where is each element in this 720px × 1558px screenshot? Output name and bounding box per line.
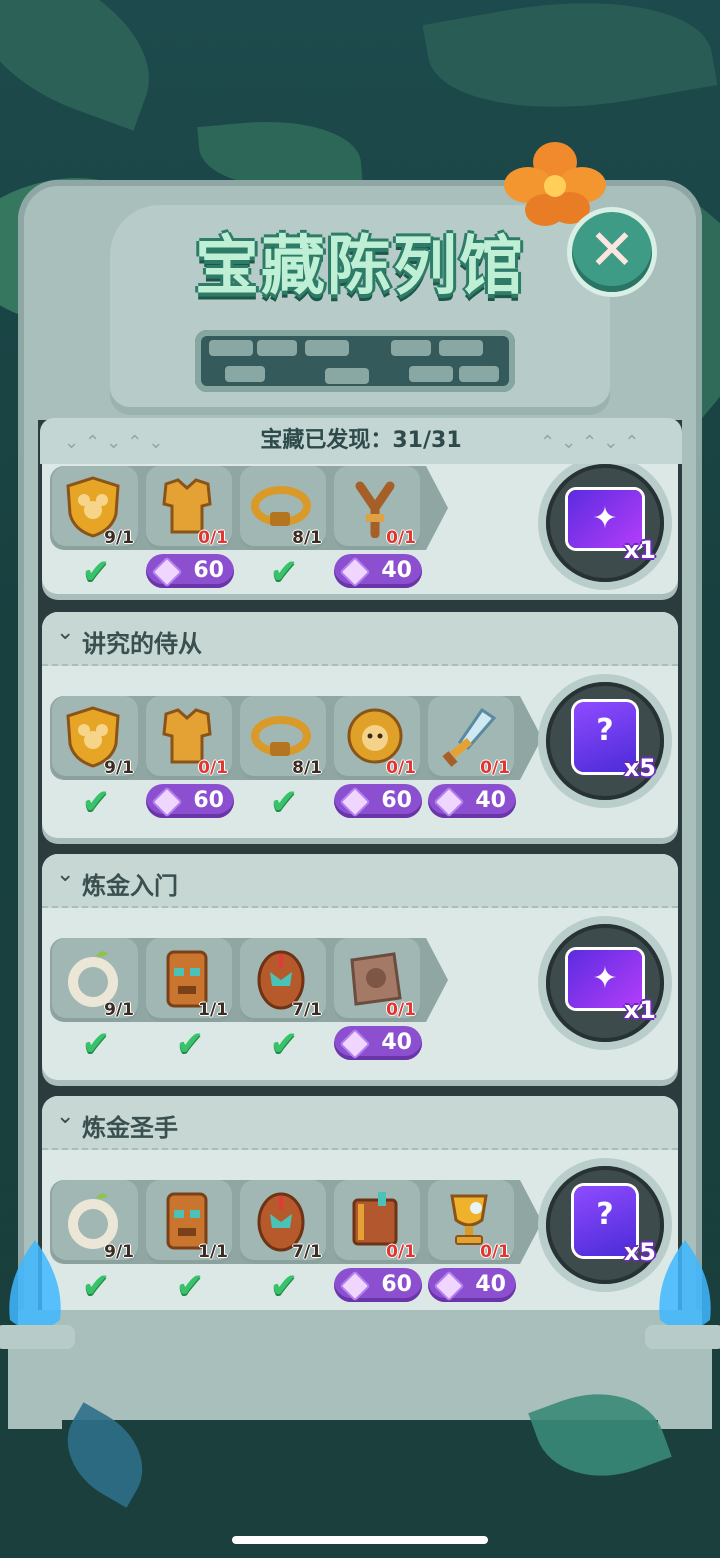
discovery-counter-bar: ⌄⌃⌄⌃⌄ ⌃⌄⌃⌄⌃ 宝藏已发现：31/31 — [40, 418, 682, 464]
set-reward[interactable]: ✦ x1 — [546, 924, 664, 1042]
chevron-down-icon: ⌄ — [56, 862, 75, 887]
buy-with-gems-button[interactable]: 40 — [334, 1026, 422, 1060]
collected-check-icon: ✔ — [175, 1024, 205, 1064]
card-header[interactable]: ⌄ 炼金圣手 — [42, 1096, 678, 1150]
collection-item[interactable]: 7/1 — [240, 938, 326, 1022]
chevron-down-icon: ⌄ — [56, 620, 75, 645]
collected-check-icon: ✔ — [269, 1266, 299, 1306]
collection-item[interactable]: 9/1 — [52, 938, 138, 1022]
collection-item[interactable]: 7/1 — [240, 1180, 326, 1264]
buy-with-gems-button[interactable]: 60 — [146, 554, 234, 588]
collection-item[interactable]: 9/1 — [52, 696, 138, 780]
gem-icon — [339, 1028, 371, 1060]
slot-bar — [195, 330, 515, 392]
buy-with-gems-button[interactable]: 60 — [334, 1268, 422, 1302]
blue-flame-torch-icon — [0, 1240, 75, 1429]
collected-check-icon: ✔ — [81, 782, 111, 822]
set-reward[interactable]: ✦ x1 — [546, 464, 664, 582]
collected-check-icon: ✔ — [175, 1266, 205, 1306]
collected-check-icon: ✔ — [81, 552, 111, 592]
collected-check-icon: ✔ — [81, 1024, 111, 1064]
buy-with-gems-button[interactable]: 60 — [334, 784, 422, 818]
gem-icon — [151, 786, 183, 818]
home-indicator[interactable] — [232, 1536, 488, 1544]
gem-icon — [339, 556, 371, 588]
collection-item[interactable]: 1/1 — [146, 1180, 232, 1264]
collection-item[interactable]: 0/1 — [334, 1180, 420, 1264]
card-header[interactable]: ⌄ 讲究的侍从 — [42, 612, 678, 666]
gem-icon — [339, 1270, 371, 1302]
buy-with-gems-button[interactable]: 40 — [428, 784, 516, 818]
collection-item[interactable]: 8/1 — [240, 696, 326, 780]
collection-item[interactable]: 0/1 — [428, 1180, 514, 1264]
collection-item[interactable]: 9/1 — [52, 466, 138, 550]
collection-card: 9/1 0/1 8/1 0/1 ✔ 60 ✔ 40 ✦ x1 — [42, 464, 678, 594]
collection-item[interactable]: 0/1 — [146, 466, 232, 550]
collection-list[interactable]: 9/1 0/1 8/1 0/1 ✔ 60 ✔ 40 ✦ x1 ⌄ 讲究的侍从 9… — [40, 464, 680, 1310]
collection-item[interactable]: 0/1 — [334, 466, 420, 550]
chevron-down-icon: ⌄ — [56, 1104, 75, 1129]
card-title: 炼金入门 — [82, 872, 178, 900]
card-header[interactable]: ⌄ 炼金入门 — [42, 854, 678, 908]
gem-icon — [339, 786, 371, 818]
collected-check-icon: ✔ — [81, 1266, 111, 1306]
discovery-counter: 宝藏已发现：31/31 — [260, 428, 462, 453]
collection-item[interactable]: 8/1 — [240, 466, 326, 550]
jungle-leaf — [422, 0, 718, 134]
gem-icon — [151, 556, 183, 588]
gem-icon — [433, 1270, 465, 1302]
card-title: 讲究的侍从 — [82, 630, 202, 658]
collection-card: ⌄ 炼金入门 9/1 1/1 7/1 0/1 ✔ ✔ ✔ 40 ✦ x1 — [42, 854, 678, 1080]
card-title: 炼金圣手 — [82, 1114, 178, 1142]
collected-check-icon: ✔ — [269, 782, 299, 822]
collection-item[interactable]: 0/1 — [146, 696, 232, 780]
jungle-leaf — [0, 0, 175, 131]
page-title: 宝藏陈列馆 — [195, 230, 525, 304]
collection-item[interactable]: 0/1 — [428, 696, 514, 780]
collection-card: ⌄ 讲究的侍从 9/1 0/1 8/1 0/1 0/1 ✔ 60 ✔ 60 40 — [42, 612, 678, 838]
collection-item[interactable]: 1/1 — [146, 938, 232, 1022]
set-reward[interactable]: ? x5 — [546, 682, 664, 800]
collected-check-icon: ✔ — [269, 1024, 299, 1064]
buy-with-gems-button[interactable]: 40 — [428, 1268, 516, 1302]
collection-item[interactable]: 0/1 — [334, 696, 420, 780]
buy-with-gems-button[interactable]: 60 — [146, 784, 234, 818]
collected-check-icon: ✔ — [269, 552, 299, 592]
close-button[interactable]: ✕ — [572, 212, 652, 292]
blue-flame-torch-icon — [645, 1240, 720, 1429]
collection-item[interactable]: 0/1 — [334, 938, 420, 1022]
collection-card: ⌄ 炼金圣手 9/1 1/1 7/1 0/1 0/1 ✔ ✔ ✔ 60 40 ?… — [42, 1096, 678, 1310]
buy-with-gems-button[interactable]: 40 — [334, 554, 422, 588]
gem-icon — [433, 786, 465, 818]
